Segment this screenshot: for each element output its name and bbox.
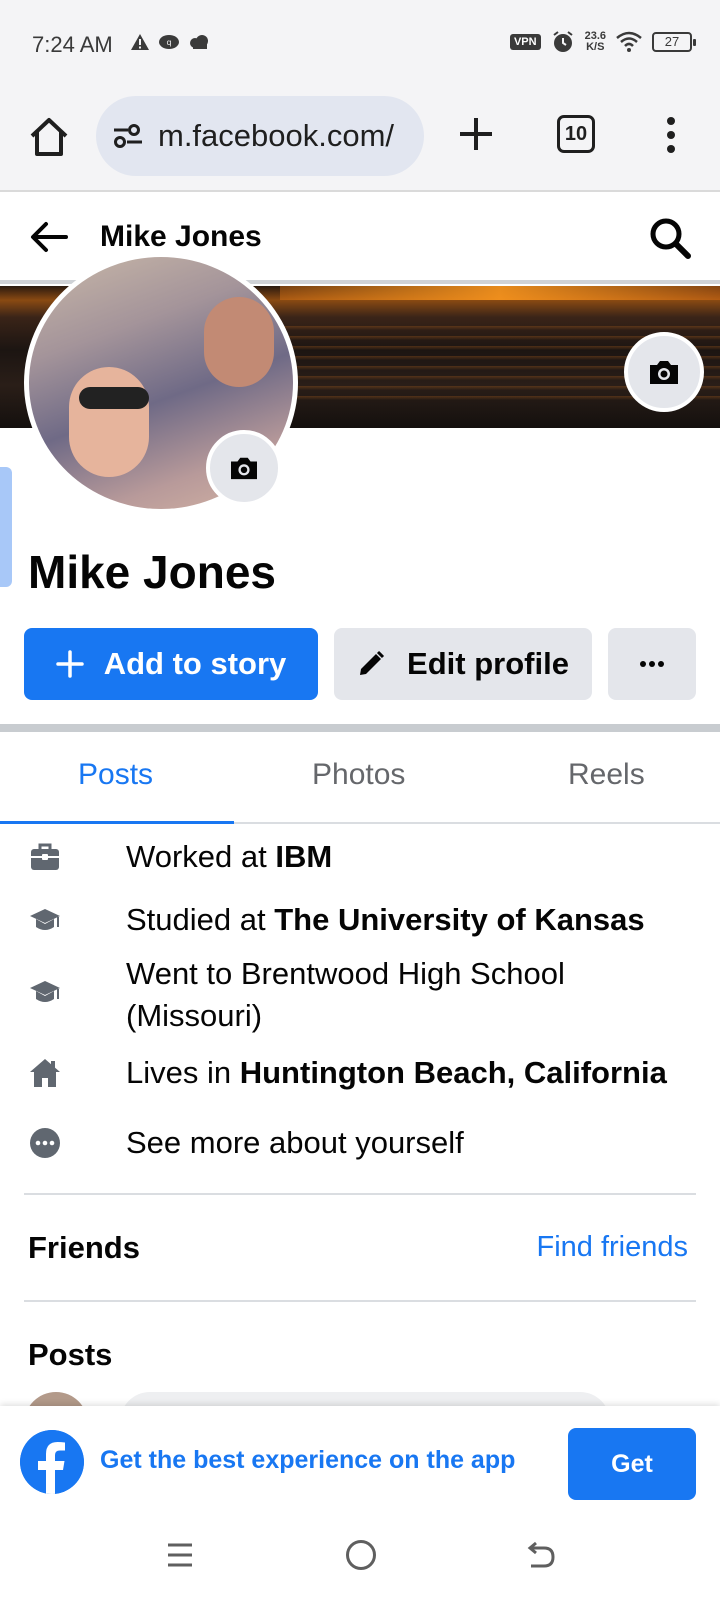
new-tab-icon[interactable] (456, 114, 496, 154)
edge-panel-handle[interactable] (0, 467, 12, 587)
vpn-badge: VPN (509, 34, 541, 50)
system-navigation-bar (0, 1516, 720, 1600)
see-more-about-link[interactable]: See more about yourself (28, 1122, 688, 1164)
intro-work: Worked at IBM (28, 836, 688, 878)
page-title: Mike Jones (100, 220, 262, 253)
search-icon[interactable] (648, 216, 692, 260)
edit-profile-button[interactable]: Edit profile (334, 628, 592, 700)
alarm-icon (552, 31, 573, 52)
site-settings-icon[interactable] (112, 122, 144, 150)
graduation-cap-icon (30, 981, 60, 1002)
more-horiz-icon (640, 661, 664, 667)
camera-icon (231, 457, 257, 480)
section-divider (0, 724, 720, 732)
divider (24, 1300, 696, 1302)
active-tab-indicator (0, 821, 234, 824)
posts-heading: Posts (28, 1337, 113, 1372)
address-bar[interactable]: m.facebook.com/ (96, 96, 424, 176)
status-time: 7:24 AM (32, 32, 113, 57)
tab-switcher-button[interactable]: 10 (557, 115, 595, 153)
svg-text:q: q (166, 38, 171, 47)
status-bar: 7:24 AM q VPN 23.6 K/S 27 (0, 0, 720, 90)
network-speed: 23.6 K/S (584, 30, 606, 53)
profile-tabs: Posts Photos Reels (0, 732, 720, 824)
back-arrow-icon[interactable] (28, 216, 70, 258)
whats-on-your-mind-input[interactable] (120, 1392, 610, 1406)
more-horiz-circle-icon (30, 1128, 60, 1158)
more-vert-icon[interactable] (656, 114, 686, 156)
intro-study: Studied at The University of Kansas (28, 899, 688, 941)
edit-profile-label: Edit profile (407, 646, 569, 681)
edit-cover-camera-button[interactable] (624, 332, 704, 412)
edit-profile-picture-button[interactable] (206, 430, 282, 506)
divider (24, 1193, 696, 1195)
cloud-icon (190, 35, 208, 49)
intro-work-text: Worked at IBM (126, 839, 333, 874)
url-text[interactable]: m.facebook.com/ (158, 118, 408, 154)
home-icon (30, 1059, 60, 1087)
more-options-button[interactable] (608, 628, 696, 700)
get-app-button[interactable]: Get (568, 1428, 696, 1500)
add-to-story-button[interactable]: Add to story (24, 628, 318, 700)
tab-posts[interactable]: Posts (78, 758, 153, 792)
plus-icon (55, 650, 84, 678)
composer-peek (0, 1392, 720, 1406)
avatar[interactable] (24, 1392, 88, 1406)
home-nav-button[interactable] (346, 1540, 376, 1570)
intro-study-text: Studied at The University of Kansas (126, 902, 645, 937)
camera-icon (650, 361, 678, 384)
profile-name: Mike Jones (28, 546, 276, 598)
add-to-story-label: Add to story (103, 646, 287, 681)
intro-lives-in-text: Lives in Huntington Beach, California (126, 1055, 667, 1090)
app-banner-text: Get the best experience on the app (100, 1446, 516, 1474)
intro-high-school: Went to Brentwood High School (Missouri) (28, 953, 688, 1037)
facebook-logo-icon (20, 1430, 84, 1494)
pencil-icon (360, 650, 385, 675)
recent-apps-icon[interactable] (166, 1542, 194, 1568)
graduation-cap-icon (30, 909, 60, 930)
home-icon[interactable] (26, 114, 72, 160)
back-nav-icon[interactable] (524, 1540, 556, 1572)
intro-high-school-text: Went to Brentwood High School (Missouri) (126, 956, 565, 1033)
friends-heading: Friends (28, 1230, 140, 1265)
browser-toolbar: m.facebook.com/ 10 (0, 90, 720, 192)
find-friends-link[interactable]: Find friends (536, 1231, 688, 1264)
wifi-icon (616, 31, 642, 52)
tab-photos[interactable]: Photos (312, 758, 405, 792)
see-more-about-label[interactable]: See more about yourself (126, 1122, 464, 1164)
tab-reels[interactable]: Reels (568, 758, 645, 792)
warning-icon (131, 34, 149, 50)
briefcase-icon (31, 843, 59, 870)
notification-app-icon: q (159, 35, 179, 49)
intro-lives-in: Lives in Huntington Beach, California (28, 1052, 688, 1094)
open-app-banner: Get the best experience on the app Get (0, 1406, 720, 1516)
battery-indicator: 27 (652, 32, 696, 52)
